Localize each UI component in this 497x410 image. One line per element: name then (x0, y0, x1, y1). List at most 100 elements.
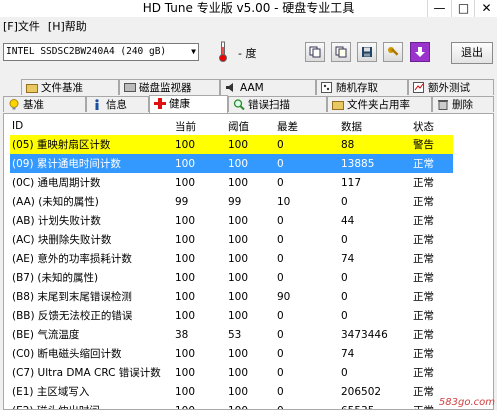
table-cell: 正常 (411, 154, 453, 173)
table-cell: 74 (341, 252, 355, 265)
table-cell: (B8) 末尾到末尾错误检测 (12, 291, 132, 303)
table-row[interactable]: (AC) 块删除失败计数 100 100 0 0 正常 (10, 230, 453, 249)
tab-disk-monitor[interactable]: 磁盘监视器 (119, 79, 220, 95)
table-row[interactable]: (AB) 计划失败计数 100 100 0 44 正常 (10, 211, 453, 230)
copy-all-button[interactable] (331, 42, 351, 62)
options-button[interactable] (383, 42, 403, 62)
col-id[interactable]: ID (10, 117, 173, 135)
drive-select-value: INTEL SSDSC2BW240A4 (240 gB) (6, 46, 167, 57)
col-data[interactable]: 数据 (339, 117, 411, 135)
table-cell: 正常 (413, 234, 434, 246)
table-cell: 100 (175, 252, 196, 265)
tab-benchmark[interactable]: 基准 (3, 96, 86, 112)
table-cell: 0 (341, 195, 348, 208)
table-cell: 0 (341, 309, 348, 322)
table-cell: 0 (277, 309, 284, 322)
table-cell: 88 (339, 135, 411, 154)
table-row[interactable]: (E1) 主区域写入 100 100 0 206502 正常 (10, 382, 453, 401)
table-cell: 正常 (413, 329, 434, 341)
table-row[interactable]: (C0) 断电磁头缩回计数 100 100 0 74 正常 (10, 344, 453, 363)
tab-error-scan[interactable]: 错误扫描 (228, 96, 327, 112)
table-row[interactable]: (E2) 磁头伸出时间100100065535正常 (10, 401, 453, 410)
table-cell: (05) 重映射扇区计数 (10, 135, 173, 154)
table-row[interactable]: (05) 重映射扇区计数 100 100 0 88 警告 (10, 135, 453, 154)
table-header: ID 当前 阈值 最差 数据 状态 (10, 117, 453, 135)
smart-table: ID 当前 阈值 最差 数据 状态 (05) 重映射扇区计数 100 100 0 88 警… (10, 117, 453, 410)
table-cell: 100 (175, 271, 196, 284)
table-cell: (AA) (未知的属性) (12, 196, 99, 208)
tab-info[interactable]: 信息 (86, 96, 149, 112)
tab-folder-usage[interactable]: 文件夹占用率 (327, 96, 432, 112)
copy-button[interactable] (305, 42, 325, 62)
maximize-button[interactable]: □ (451, 0, 475, 17)
table-cell: 100 (228, 309, 249, 322)
table-cell: 正常 (413, 310, 434, 322)
menu-help[interactable]: [H]帮助 (45, 19, 92, 35)
table-cell: 206502 (341, 385, 382, 398)
tab-extra-tests[interactable]: 额外测试 (408, 79, 494, 95)
table-cell: 100 (228, 233, 249, 246)
save-button[interactable] (357, 42, 377, 62)
table-cell: 100 (228, 252, 249, 265)
tab-random-access[interactable]: 随机存取 (316, 79, 408, 95)
table-cell: 99 (175, 195, 189, 208)
lightbulb-icon (9, 99, 19, 110)
col-worst[interactable]: 最差 (275, 117, 339, 135)
table-row[interactable]: (AA) (未知的属性) 99 99 10 0 正常 (10, 192, 453, 211)
chevron-down-icon: ▼ (191, 47, 196, 56)
minimize-button[interactable]: — (427, 0, 451, 17)
temperature-readout: - 度 (238, 47, 257, 60)
table-cell: (AB) 计划失败计数 (12, 215, 101, 227)
table-row[interactable]: (B7) (未知的属性) 100 100 0 0 正常 (10, 268, 453, 287)
tab-aam[interactable]: AAM (220, 79, 316, 95)
table-row[interactable]: (C7) Ultra DMA CRC 错误计数 100 100 0 0 正常 (10, 363, 453, 382)
col-status[interactable]: 状态 (411, 117, 453, 135)
table-cell: 99 (228, 195, 242, 208)
col-current[interactable]: 当前 (173, 117, 226, 135)
table-cell: 警告 (411, 135, 453, 154)
table-cell: 100 (228, 214, 249, 227)
menu-bar: [F]文件 [H]帮助 (0, 19, 92, 35)
exit-button[interactable]: 退出 (451, 42, 493, 64)
table-cell: 100 (228, 385, 249, 398)
table-cell: 100 (228, 176, 249, 189)
download-button[interactable] (410, 42, 430, 62)
table-row[interactable]: (BB) 反馈无法校正的错误 100 100 0 0 正常 (10, 306, 453, 325)
wrench-icon (388, 47, 399, 56)
col-threshold[interactable]: 阈值 (226, 117, 275, 135)
table-row[interactable]: (B8) 末尾到末尾错误检测 100 100 90 0 正常 (10, 287, 453, 306)
tab-file-benchmark[interactable]: 文件基准 (21, 79, 119, 95)
red-cross-icon (154, 98, 166, 109)
table-cell: 100 (173, 154, 226, 173)
table-cell: 100 (226, 401, 275, 410)
table-row[interactable]: (09) 累计通电时间计数 100 100 0 13885 正常 (10, 154, 453, 173)
table-cell: 74 (341, 347, 355, 360)
table-cell: 0 (341, 290, 348, 303)
close-button[interactable]: ✕ (474, 0, 497, 17)
table-cell: 0 (341, 271, 348, 284)
info-icon (95, 99, 99, 110)
table-cell: 0 (277, 176, 284, 189)
table-cell: 正常 (413, 272, 434, 284)
tab-erase[interactable]: 删除 (432, 96, 494, 112)
speaker-icon (226, 83, 233, 92)
table-cell: (C0) 断电磁头缩回计数 (12, 348, 122, 360)
table-cell: (E1) 主区域写入 (12, 386, 90, 398)
table-cell: 100 (228, 271, 249, 284)
table-cell: 100 (226, 135, 275, 154)
table-cell: (E2) 磁头伸出时间 (10, 401, 173, 409)
random-icon (321, 82, 332, 93)
table-cell: 正常 (413, 215, 434, 227)
menu-file[interactable]: [F]文件 (0, 19, 45, 35)
table-row[interactable]: (0C) 通电周期计数 100 100 0 117 正常 (10, 173, 453, 192)
table-cell: 正常 (413, 253, 434, 265)
table-cell: 正常 (413, 367, 434, 379)
download-arrow-icon (415, 47, 425, 57)
table-row[interactable]: (BE) 气流温度 38 53 0 3473446 正常 (10, 325, 453, 344)
folder-icon (332, 101, 344, 110)
table-row[interactable]: (AE) 意外的功率损耗计数 100 100 0 74 正常 (10, 249, 453, 268)
copy-all-icon (335, 46, 347, 58)
tab-health[interactable]: 健康 (149, 95, 228, 113)
drive-select[interactable]: INTEL SSDSC2BW240A4 (240 gB) ▼ (3, 43, 199, 61)
table-cell: (BB) 反馈无法校正的错误 (12, 310, 133, 322)
